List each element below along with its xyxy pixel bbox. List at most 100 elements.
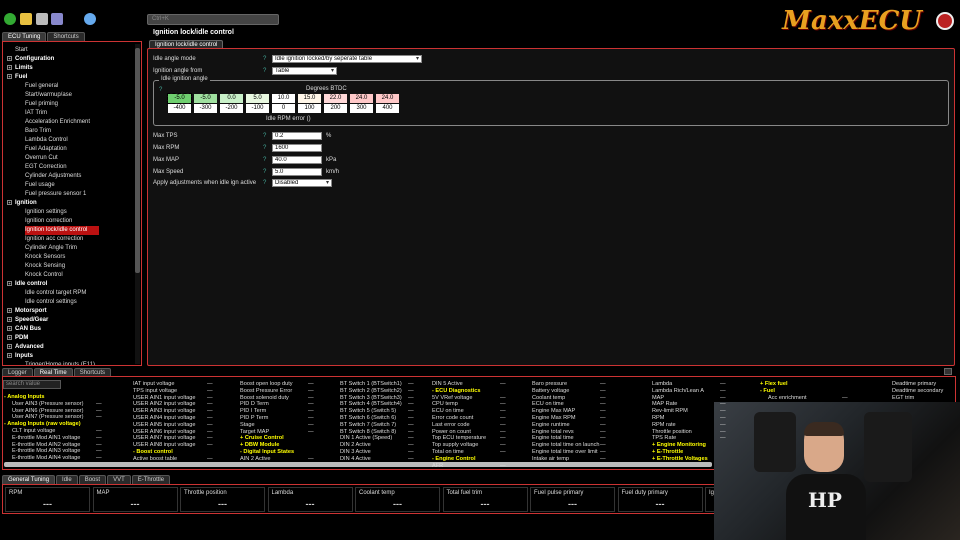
tree-item[interactable]: Knock Sensing xyxy=(25,262,65,271)
realtime-label[interactable]: Last error code xyxy=(432,422,470,429)
gauge[interactable]: Lambda --- xyxy=(267,487,353,512)
realtime-label[interactable]: + Cruise Control xyxy=(240,435,284,442)
realtime-label[interactable]: PID I Term xyxy=(240,408,266,415)
tree-item[interactable]: Fuel usage xyxy=(25,181,55,190)
realtime-label[interactable]: E-throttle Mod AIN2 voltage xyxy=(12,442,80,449)
tree-item[interactable]: Ignition correction xyxy=(25,217,72,226)
expand-icon[interactable]: + xyxy=(7,73,12,79)
realtime-label[interactable]: Lambda xyxy=(652,381,672,388)
realtime-label[interactable]: PID D Term xyxy=(240,401,269,408)
tree-item[interactable]: Lambda Control xyxy=(25,136,68,145)
realtime-label[interactable]: DIN 4 Active xyxy=(340,456,371,463)
power-icon[interactable] xyxy=(936,12,954,30)
table-cell[interactable]: 10.0 xyxy=(272,94,295,103)
tree-item[interactable]: Ignition lock/idle control xyxy=(25,226,100,235)
realtime-label[interactable]: BT Switch 8 (Switch 8) xyxy=(340,429,396,436)
realtime-label[interactable]: TPS input voltage xyxy=(133,388,177,395)
tree-item[interactable]: + Configuration xyxy=(7,55,54,64)
realtime-label[interactable]: USER AIN7 input voltage xyxy=(133,435,196,442)
realtime-label[interactable]: CLT input voltage xyxy=(12,428,55,435)
help-icon[interactable]: ? xyxy=(263,180,266,186)
tree-item[interactable]: + Fuel xyxy=(7,73,27,82)
compare-icon[interactable] xyxy=(51,13,63,25)
open-folder-icon[interactable] xyxy=(20,13,32,25)
realtime-label[interactable]: E-throttle Mod AIN4 voltage xyxy=(12,455,80,462)
search-input[interactable]: Ctrl+K xyxy=(147,14,279,25)
realtime-label[interactable]: Coolant temp xyxy=(532,395,565,402)
tree-item[interactable]: Idle control settings xyxy=(25,298,77,307)
tree-item[interactable]: Cylinder Angle Trim xyxy=(25,244,77,253)
tree-item[interactable]: Idle control target RPM xyxy=(25,289,86,298)
realtime-label[interactable]: TPS Rate xyxy=(652,435,676,442)
tree-item[interactable]: Cylinder Adjustments xyxy=(25,172,81,181)
help-icon[interactable]: ? xyxy=(159,87,162,93)
table-cell[interactable]: -5.0 xyxy=(167,93,192,104)
axis-cell[interactable]: 100 xyxy=(298,104,321,113)
realtime-label[interactable]: - Analog Inputs xyxy=(4,394,45,401)
help-icon[interactable]: ? xyxy=(263,157,266,163)
tree-item[interactable]: + Speed/Gear xyxy=(7,316,48,325)
help-icon[interactable]: ? xyxy=(263,145,266,151)
tree-item[interactable]: Fuel general xyxy=(25,82,58,91)
help-icon[interactable]: ? xyxy=(263,56,266,62)
tree-item[interactable]: Ignition settings xyxy=(25,208,67,217)
realtime-label[interactable]: + E-Throttle xyxy=(652,449,683,456)
back-icon[interactable] xyxy=(4,13,16,25)
realtime-label[interactable]: BT Switch 2 (BTSwitch2) xyxy=(340,388,402,395)
realtime-label[interactable]: - ECU Diagnostics xyxy=(432,388,481,395)
realtime-label[interactable]: Top ECU temperature xyxy=(432,435,486,442)
realtime-label[interactable]: BT Switch 3 (BTSwitch3) xyxy=(340,395,402,402)
axis-cell[interactable]: 200 xyxy=(324,104,347,113)
realtime-label[interactable]: Error code count xyxy=(432,415,473,422)
tree-item[interactable]: Fuel priming xyxy=(25,100,58,109)
expand-icon[interactable]: + xyxy=(7,307,12,313)
realtime-scrollbar[interactable] xyxy=(4,462,712,467)
gauge[interactable]: RPM --- xyxy=(5,487,90,512)
realtime-label[interactable]: USER AIN2 input voltage xyxy=(133,401,196,408)
tree-item[interactable]: Start xyxy=(15,46,28,55)
realtime-label[interactable]: Deadtime primary xyxy=(892,381,936,388)
gauge[interactable]: Fuel duty primary --- xyxy=(617,487,703,512)
realtime-label[interactable]: DIN 2 Active xyxy=(340,442,371,449)
axis-cell[interactable]: 400 xyxy=(376,104,399,113)
realtime-label[interactable]: USER AIN1 input voltage xyxy=(133,395,196,402)
expand-icon[interactable]: + xyxy=(7,316,12,322)
realtime-label[interactable]: Lambda Rich/Lean A xyxy=(652,388,704,395)
realtime-label[interactable]: IAT input voltage xyxy=(133,381,174,388)
table-cell[interactable]: 22.0 xyxy=(324,94,347,103)
realtime-label[interactable]: BT Switch 5 (Switch 5) xyxy=(340,408,396,415)
realtime-label[interactable]: Boost open loop duty xyxy=(240,381,293,388)
realtime-label[interactable]: RPM rate xyxy=(652,422,676,429)
tree-item[interactable]: Baro Trim xyxy=(25,127,51,136)
realtime-label[interactable]: USER AIN8 input voltage xyxy=(133,442,196,449)
table-cell[interactable]: 0.0 xyxy=(220,94,243,103)
realtime-label[interactable]: USER AIN3 input voltage xyxy=(133,408,196,415)
idle-angle-mode-select[interactable]: Idle ignition locked/by seperate table xyxy=(272,55,422,63)
tree-item[interactable]: Fuel pressure sensor 1 xyxy=(25,190,86,199)
realtime-label[interactable]: Engine total time xyxy=(532,435,574,442)
realtime-label[interactable]: - Digital Input States xyxy=(240,449,294,456)
realtime-label[interactable]: Boost Pressure Error xyxy=(240,388,292,395)
tree-item[interactable]: Knock Control xyxy=(25,271,63,280)
gauge[interactable]: Coolant temp --- xyxy=(355,487,440,512)
table-cell[interactable]: -5.0 xyxy=(194,94,217,103)
realtime-label[interactable]: Stage xyxy=(240,422,255,429)
axis-cell[interactable]: -100 xyxy=(246,104,269,113)
realtime-label[interactable]: Active boost table xyxy=(133,456,177,463)
realtime-label[interactable]: Target MAP xyxy=(240,429,269,436)
realtime-label[interactable]: Rev-limit RPM xyxy=(652,408,688,415)
tree-item[interactable]: + Idle control xyxy=(7,280,47,289)
realtime-label[interactable]: E-throttle Mod AIN3 voltage xyxy=(12,448,80,455)
tree-item[interactable]: + Limits xyxy=(7,64,33,73)
save-icon[interactable] xyxy=(36,13,48,25)
expand-icon[interactable]: + xyxy=(7,325,12,331)
tree-item[interactable]: EGT Correction xyxy=(25,163,67,172)
field-input[interactable]: 0.2 xyxy=(272,132,322,140)
realtime-label[interactable]: RPM xyxy=(652,415,664,422)
realtime-label[interactable]: DIN 5 Active xyxy=(432,381,463,388)
realtime-label[interactable]: Deadtime secondary xyxy=(892,388,943,395)
realtime-label[interactable]: ECU on time xyxy=(432,408,464,415)
expand-icon[interactable]: + xyxy=(7,64,12,70)
axis-cell[interactable]: -200 xyxy=(220,104,243,113)
tree-item[interactable]: Trigger/Home inputs (E11) xyxy=(25,361,95,365)
